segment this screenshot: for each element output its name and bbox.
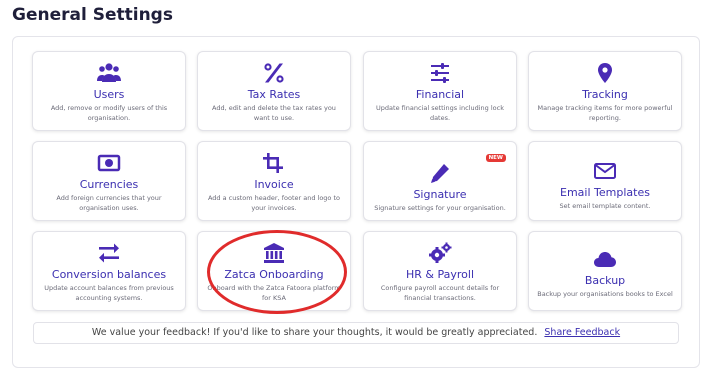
- hr-payroll-card[interactable]: HR & Payroll Configure payroll account d…: [363, 231, 517, 311]
- card-title: Signature: [413, 188, 467, 201]
- users-card[interactable]: Users Add, remove or modify users of thi…: [32, 51, 186, 131]
- card-description: Onboard with the Zatca Fatoora platform …: [207, 284, 341, 302]
- card-description: Backup your organisations books to Excel: [537, 290, 673, 298]
- card-title: Zatca Onboarding: [224, 268, 324, 281]
- card-title: Conversion balances: [51, 268, 167, 281]
- signature-card[interactable]: NEW Signature Signature settings for you…: [363, 141, 517, 221]
- card-description: Add a custom header, footer and logo to …: [207, 194, 341, 212]
- card-title: Financial: [415, 88, 465, 101]
- users-icon: [97, 62, 121, 84]
- card-title: Currencies: [79, 178, 139, 191]
- invoice-card[interactable]: Invoice Add a custom header, footer and …: [197, 141, 351, 221]
- email-templates-card[interactable]: Email Templates Set email template conte…: [528, 141, 682, 221]
- cloud-icon: [593, 248, 617, 270]
- pencil-icon: [428, 162, 452, 184]
- card-description: Set email template content.: [559, 202, 651, 210]
- card-title: Backup: [584, 274, 626, 287]
- cogs-icon: [428, 242, 452, 264]
- sliders-icon: [428, 62, 452, 84]
- bank-icon: [262, 242, 286, 264]
- card-description: Update financial settings including lock…: [376, 104, 504, 122]
- envelope-icon: [593, 160, 617, 182]
- feedback-bar: We value your feedback! If you'd like to…: [33, 322, 679, 344]
- card-description: Manage tracking items for more powerful …: [537, 104, 673, 122]
- crop-icon: [262, 152, 286, 174]
- card-title: Tracking: [582, 88, 628, 101]
- tracking-card[interactable]: Tracking Manage tracking items for more …: [528, 51, 682, 131]
- backup-card[interactable]: Backup Backup your organisations books t…: [528, 231, 682, 311]
- page-title: General Settings: [12, 5, 173, 25]
- card-description: Configure payroll account details for fi…: [380, 284, 500, 302]
- card-title: Users: [93, 88, 125, 101]
- map-pin-icon: [593, 62, 617, 84]
- tax-rates-card[interactable]: Tax Rates Add, edit and delete the tax r…: [197, 51, 351, 131]
- conversion-balances-card[interactable]: Conversion balances Update account balan…: [32, 231, 186, 311]
- card-description: Add, edit and delete the tax rates you w…: [212, 104, 336, 122]
- new-badge: NEW: [485, 154, 506, 162]
- card-title: Tax Rates: [247, 88, 301, 101]
- share-feedback-link[interactable]: Share Feedback: [544, 327, 620, 338]
- card-description: Add foreign currencies that your organis…: [56, 194, 162, 212]
- arrows-exchange-icon: [97, 242, 121, 264]
- card-description: Add, remove or modify users of this orga…: [50, 104, 168, 122]
- card-title: Invoice: [254, 178, 294, 191]
- card-title: HR & Payroll: [406, 268, 474, 281]
- currencies-card[interactable]: Currencies Add foreign currencies that y…: [32, 141, 186, 221]
- financial-card[interactable]: Financial Update financial settings incl…: [363, 51, 517, 131]
- feedback-text: We value your feedback! If you'd like to…: [91, 327, 538, 338]
- card-description: Update account balances from previous ac…: [44, 284, 174, 302]
- percent-icon: [262, 62, 286, 84]
- zatca-onboarding-card[interactable]: Zatca Onboarding Onboard with the Zatca …: [197, 231, 351, 311]
- card-description: Signature settings for your organisation…: [374, 204, 506, 212]
- banknote-icon: [97, 152, 121, 174]
- card-title: Email Templates: [560, 186, 650, 199]
